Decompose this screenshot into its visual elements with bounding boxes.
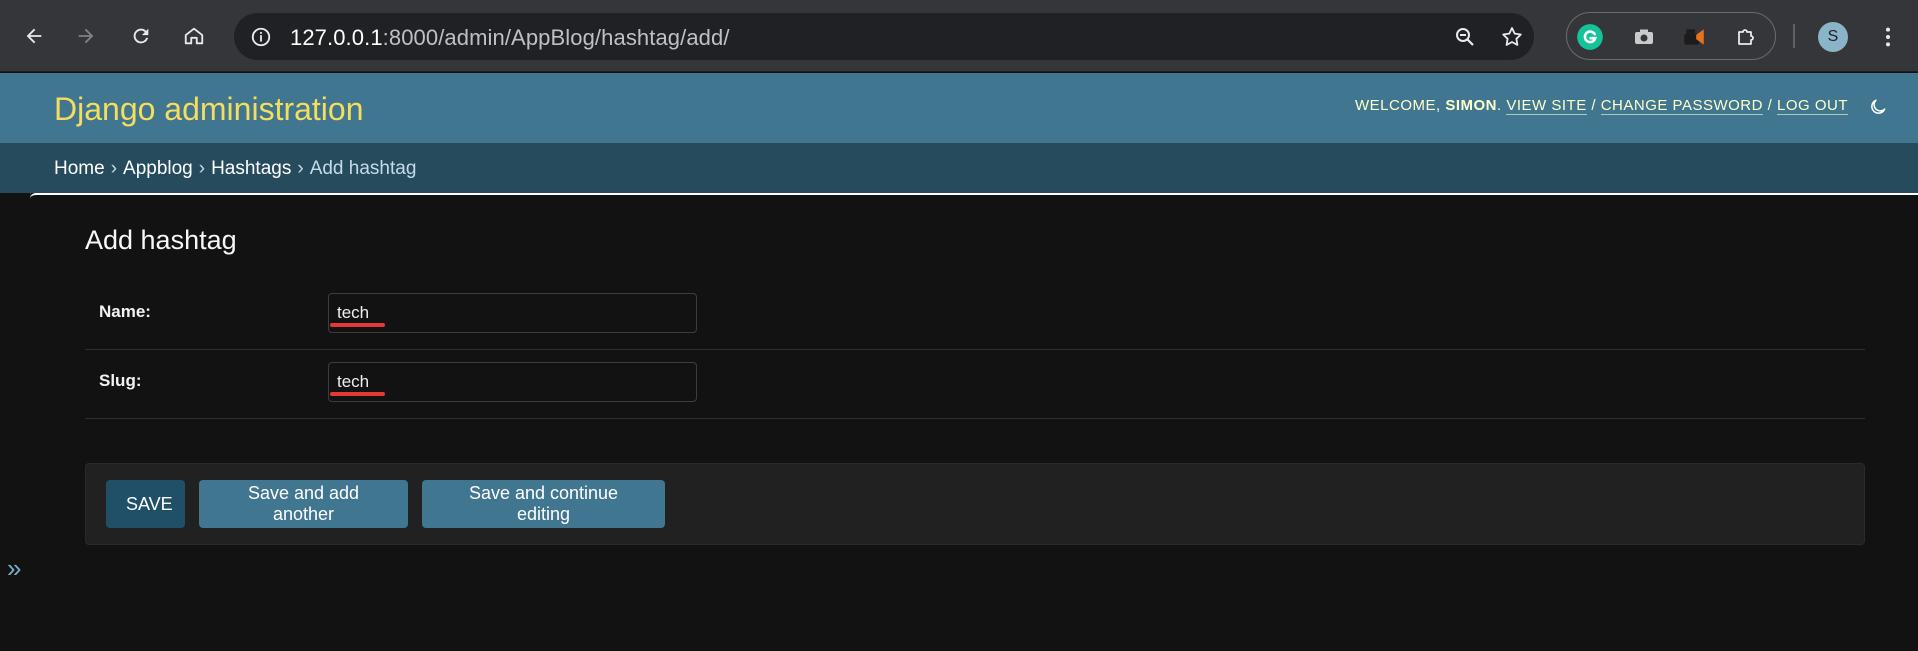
user-tools: Welcome, Simon. View site / Change passw… [1354, 97, 1848, 115]
username: Simon [1445, 97, 1498, 114]
main-content: Add hashtag Name: Slug: SAVE Save and ad… [30, 193, 1918, 651]
camera-icon[interactable] [1629, 22, 1659, 52]
admin-header: Django administration Welcome, Simon. Vi… [0, 73, 1918, 143]
spellcheck-underline [330, 392, 385, 396]
log-out-link[interactable]: Log out [1776, 97, 1848, 115]
name-input[interactable] [328, 293, 697, 333]
save-and-continue-editing-button[interactable]: Save and continue editing [422, 480, 665, 528]
breadcrumb-separator: › [198, 158, 206, 179]
site-name[interactable]: Django administration [54, 91, 364, 128]
breadcrumb-home[interactable]: Home [54, 158, 105, 179]
page-title: Add hashtag [85, 225, 237, 255]
extensions-group [1566, 12, 1776, 60]
spellcheck-underline [330, 323, 385, 327]
zoom-icon[interactable] [1451, 23, 1479, 51]
browser-toolbar: 127.0.0.1:8000/admin/AppBlog/hashtag/add… [0, 0, 1918, 72]
extension-app-icon[interactable] [1679, 22, 1709, 52]
nav-sidebar: » [0, 193, 31, 651]
more-menu-icon[interactable] [1876, 20, 1900, 54]
slug-label: Slug: [99, 371, 142, 390]
slug-input[interactable] [328, 362, 697, 402]
bookmark-star-icon[interactable] [1498, 23, 1526, 51]
breadcrumb-app[interactable]: Appblog [123, 158, 193, 179]
breadcrumb-model[interactable]: Hashtags [211, 158, 291, 179]
save-and-add-another-button[interactable]: Save and add another [199, 480, 408, 528]
breadcrumb: Home › Appblog › Hashtags › Add hashtag [0, 143, 1918, 193]
change-password-link[interactable]: Change password [1600, 97, 1763, 115]
extension-puzzle-icon[interactable] [1731, 22, 1761, 52]
breadcrumb-current: Add hashtag [309, 158, 417, 179]
form-row-name: Name: [85, 281, 1865, 350]
welcome-text: Welcome, [1354, 97, 1441, 114]
form-row-slug: Slug: [85, 350, 1865, 419]
home-icon[interactable] [176, 18, 212, 54]
toggle-nav-sidebar-button[interactable]: » [7, 553, 21, 584]
breadcrumb-separator: › [110, 158, 118, 179]
tools-separator: / [1767, 97, 1773, 114]
grammarly-icon[interactable] [1575, 22, 1605, 52]
tools-separator: / [1591, 97, 1597, 114]
forward-icon[interactable] [68, 18, 104, 54]
back-icon[interactable] [16, 18, 52, 54]
name-label: Name: [99, 302, 151, 321]
profile-avatar[interactable]: S [1818, 22, 1848, 52]
address-bar[interactable]: 127.0.0.1:8000/admin/AppBlog/hashtag/add… [234, 13, 1534, 60]
toolbar-divider [1793, 24, 1795, 48]
save-button[interactable]: SAVE [106, 480, 185, 528]
theme-toggle-moon-icon[interactable] [1866, 95, 1890, 119]
reload-icon[interactable] [123, 18, 159, 54]
view-site-link[interactable]: View site [1506, 97, 1587, 115]
site-info-icon[interactable] [248, 24, 274, 50]
url-text: 127.0.0.1:8000/admin/AppBlog/hashtag/add… [290, 25, 730, 50]
breadcrumb-separator: › [297, 158, 304, 179]
submit-row: SAVE Save and add another Save and conti… [85, 463, 1865, 545]
